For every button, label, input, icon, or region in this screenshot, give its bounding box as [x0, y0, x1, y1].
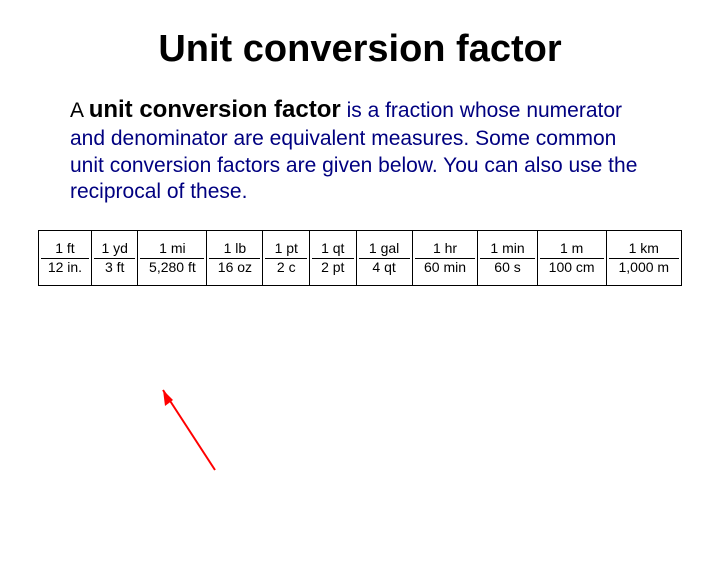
fraction: 1 km 1,000 m — [609, 241, 679, 275]
fraction-denominator: 4 qt — [368, 259, 399, 275]
fraction-numerator: 1 hr — [429, 241, 461, 257]
fraction: 1 yd 3 ft — [94, 241, 136, 275]
table-row: 1 ft 12 in. 1 yd 3 ft 1 mi 5,280 ft — [39, 231, 682, 286]
fraction-denominator: 60 s — [490, 259, 524, 275]
body-term: unit conversion factor — [89, 96, 341, 123]
conversion-cell: 1 gal 4 qt — [356, 231, 412, 286]
fraction-numerator: 1 km — [625, 241, 663, 257]
conversion-cell: 1 yd 3 ft — [91, 231, 138, 286]
body-paragraph: A unit conversion factor is a fraction w… — [70, 95, 650, 206]
slide-title: Unit conversion factor — [0, 28, 720, 71]
fraction-denominator: 60 min — [420, 259, 470, 275]
conversion-cell: 1 qt 2 pt — [310, 231, 357, 286]
fraction-denominator: 2 pt — [317, 259, 348, 275]
fraction: 1 qt 2 pt — [312, 241, 354, 275]
fraction-denominator: 2 c — [273, 259, 300, 275]
fraction: 1 min 60 s — [480, 241, 534, 275]
conversion-table-wrap: 1 ft 12 in. 1 yd 3 ft 1 mi 5,280 ft — [38, 230, 682, 286]
fraction: 1 m 100 cm — [540, 241, 604, 275]
fraction-denominator: 12 in. — [44, 259, 86, 275]
fraction: 1 lb 16 oz — [209, 241, 260, 275]
fraction-numerator: 1 qt — [317, 241, 348, 257]
conversion-cell: 1 lb 16 oz — [207, 231, 263, 286]
fraction-denominator: 3 ft — [101, 259, 128, 275]
fraction-numerator: 1 pt — [271, 241, 302, 257]
fraction-numerator: 1 yd — [97, 241, 131, 257]
fraction-denominator: 1,000 m — [615, 259, 674, 275]
conversion-cell: 1 ft 12 in. — [39, 231, 92, 286]
fraction-numerator: 1 gal — [365, 241, 403, 257]
fraction: 1 hr 60 min — [415, 241, 476, 275]
fraction-numerator: 1 min — [486, 241, 528, 257]
conversion-cell: 1 mi 5,280 ft — [138, 231, 207, 286]
body-lead: A — [70, 99, 89, 122]
conversion-cell: 1 min 60 s — [478, 231, 537, 286]
conversion-cell: 1 pt 2 c — [263, 231, 310, 286]
fraction: 1 ft 12 in. — [41, 241, 89, 275]
fraction: 1 pt 2 c — [265, 241, 307, 275]
conversion-table: 1 ft 12 in. 1 yd 3 ft 1 mi 5,280 ft — [38, 230, 682, 286]
fraction-denominator: 16 oz — [214, 259, 256, 275]
fraction-denominator: 5,280 ft — [145, 259, 200, 275]
conversion-cell: 1 m 100 cm — [537, 231, 606, 286]
fraction-numerator: 1 m — [556, 241, 587, 257]
arrow-icon — [145, 380, 245, 480]
fraction-numerator: 1 ft — [51, 241, 78, 257]
conversion-cell: 1 km 1,000 m — [606, 231, 681, 286]
fraction: 1 gal 4 qt — [359, 241, 410, 275]
conversion-cell: 1 hr 60 min — [412, 231, 478, 286]
fraction-numerator: 1 mi — [155, 241, 189, 257]
fraction: 1 mi 5,280 ft — [140, 241, 204, 275]
fraction-denominator: 100 cm — [545, 259, 599, 275]
fraction-numerator: 1 lb — [220, 241, 251, 257]
